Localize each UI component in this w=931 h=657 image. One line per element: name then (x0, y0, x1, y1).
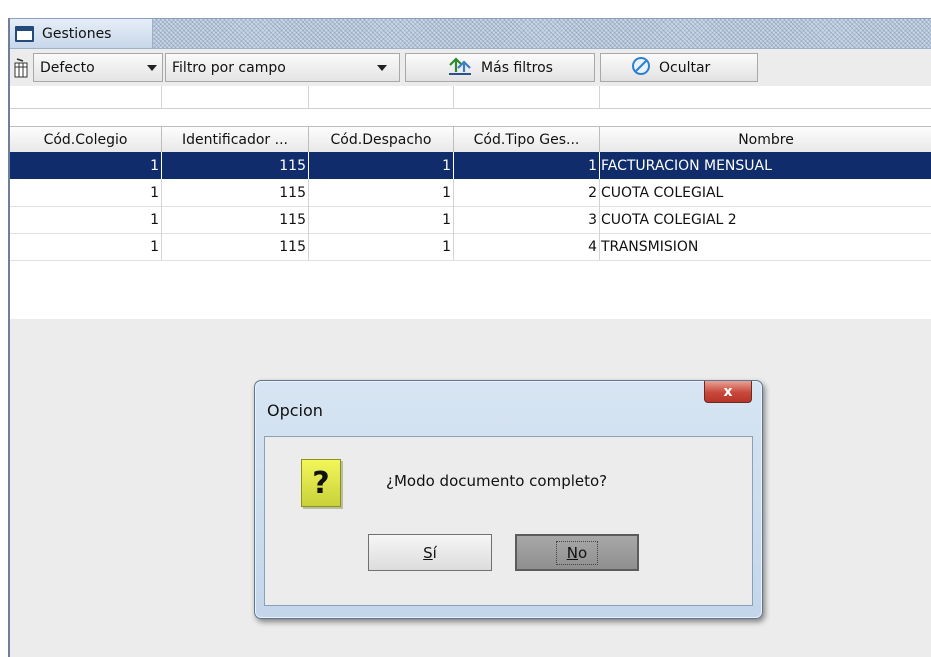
filter-arrows-icon (447, 56, 473, 80)
table-cell: 115 (162, 179, 309, 206)
no-button-label: No (555, 540, 599, 565)
view-combo[interactable]: Defecto (33, 53, 163, 82)
column-header[interactable]: Identificador ... (162, 127, 309, 152)
close-icon[interactable]: x (704, 381, 752, 403)
table-row[interactable]: 1 115 1 4 TRANSMISION (10, 233, 931, 261)
window-titlebar[interactable]: Gestiones (10, 19, 931, 49)
hide-label: Ocultar (659, 59, 711, 76)
table-cell: 2 (454, 179, 600, 206)
window-icon (15, 25, 34, 42)
column-header[interactable]: Cód.Despacho (309, 127, 454, 152)
table-cell: 115 (162, 152, 309, 179)
filter-cell[interactable] (10, 86, 162, 108)
column-filter-row (10, 86, 931, 109)
table-cell: 115 (162, 206, 309, 233)
table-cell: 1 (309, 233, 454, 260)
chevron-down-icon (377, 65, 387, 71)
yes-button-label: Sí (423, 543, 437, 562)
table-row[interactable]: 1 115 1 1 FACTURACION MENSUAL (10, 152, 931, 179)
filter-cell[interactable] (600, 86, 931, 108)
table-row[interactable]: 1 115 1 3 CUOTA COLEGIAL 2 (10, 206, 931, 234)
table-cell: 1 (309, 179, 454, 206)
window-title-tab[interactable]: Gestiones (10, 19, 153, 48)
filter-cell[interactable] (454, 86, 600, 108)
table-cell: 1 (309, 206, 454, 233)
data-grid: Cód.Colegio Identificador ... Cód.Despac… (10, 86, 931, 319)
field-filter-combo[interactable]: Filtro por campo (165, 53, 400, 82)
dialog-body: ? ¿Modo documento completo? Sí No (264, 436, 753, 606)
table-cell: 1 (454, 152, 600, 179)
dialog-title: Opcion (267, 401, 323, 420)
filter-cell[interactable] (309, 86, 454, 108)
view-combo-value: Defecto (40, 59, 95, 76)
hide-button[interactable]: Ocultar (600, 53, 758, 82)
table-cell: TRANSMISION (600, 233, 931, 260)
table-cell: FACTURACION MENSUAL (600, 152, 931, 179)
dialog-message: ¿Modo documento completo? (386, 472, 608, 490)
toolbar: Defecto Filtro por campo Más filtros Ocu… (10, 49, 931, 87)
table-cell: 1 (10, 179, 162, 206)
no-button[interactable]: No (515, 534, 639, 571)
no-entry-icon (631, 56, 651, 80)
table-cell: CUOTA COLEGIAL (600, 179, 931, 206)
column-selector-icon[interactable] (12, 53, 30, 82)
more-filters-label: Más filtros (481, 59, 553, 76)
window-title: Gestiones (42, 25, 112, 42)
table-cell: 1 (10, 206, 162, 233)
question-icon: ? (301, 459, 341, 507)
column-header[interactable]: Cód.Colegio (10, 127, 162, 152)
table-cell: CUOTA COLEGIAL 2 (600, 206, 931, 233)
option-dialog: Opcion x ? ¿Modo documento completo? Sí … (254, 380, 763, 619)
chevron-down-icon (147, 65, 157, 71)
table-cell: 1 (309, 152, 454, 179)
filter-cell[interactable] (162, 86, 309, 108)
table-row[interactable]: 1 115 1 2 CUOTA COLEGIAL (10, 179, 931, 207)
table-cell: 1 (10, 233, 162, 260)
column-header[interactable]: Cód.Tipo Ges... (454, 127, 600, 152)
table-cell: 3 (454, 206, 600, 233)
yes-button[interactable]: Sí (368, 534, 492, 571)
table-cell: 1 (10, 152, 162, 179)
more-filters-button[interactable]: Más filtros (405, 53, 595, 82)
table-cell: 4 (454, 233, 600, 260)
column-header[interactable]: Nombre (600, 127, 931, 152)
table-cell: 115 (162, 233, 309, 260)
table-header: Cód.Colegio Identificador ... Cód.Despac… (10, 126, 931, 153)
field-filter-combo-value: Filtro por campo (172, 59, 286, 76)
